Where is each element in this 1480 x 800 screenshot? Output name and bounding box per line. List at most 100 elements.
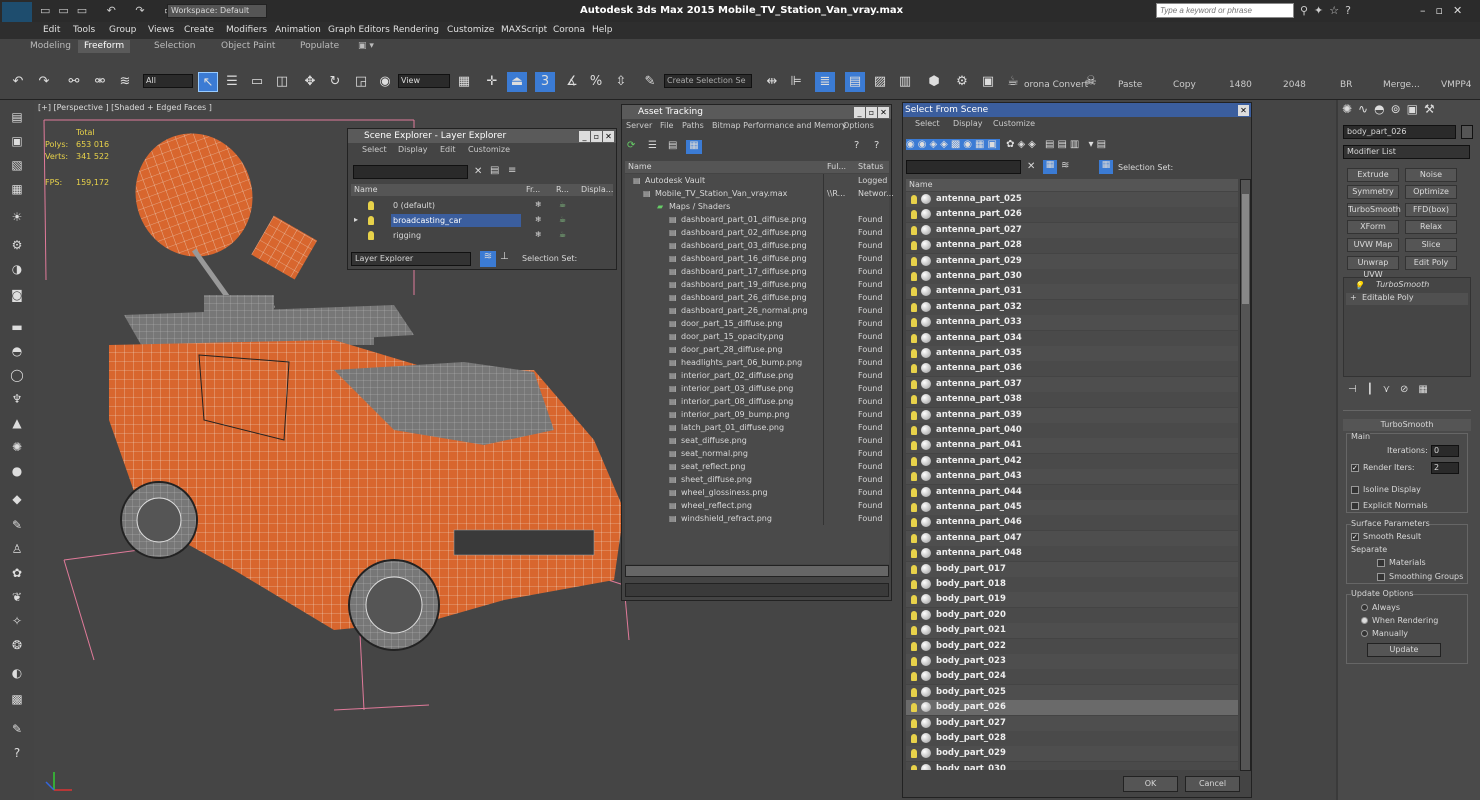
always-radio[interactable]: Always — [1361, 603, 1400, 612]
col-display[interactable]: Displa... — [581, 185, 613, 194]
menu-views[interactable]: Views — [148, 25, 174, 35]
expand-plus-icon[interactable]: + — [1350, 293, 1357, 302]
render-teapot-icon[interactable]: ☕ — [559, 230, 566, 239]
menu-graph-editors[interactable]: Graph Editors — [328, 25, 390, 35]
ffd-box-button[interactable]: FFD(box) — [1405, 203, 1457, 217]
hierarchy-icon[interactable]: ⊥ — [500, 251, 509, 262]
menu-tools[interactable]: Tools — [73, 25, 95, 35]
asset-tracking-window[interactable]: Asset Tracking _ ▫ ✕ Server File Paths Bit… — [621, 104, 894, 601]
close-button[interactable]: ✕ — [878, 107, 889, 118]
box-icon[interactable]: ▬ — [8, 318, 26, 336]
render-teapot-icon[interactable]: ☕ — [559, 200, 566, 209]
object-list-item[interactable]: body_part_018 — [906, 577, 1238, 592]
percent-snap-icon[interactable]: % — [586, 72, 606, 92]
clear-search-icon[interactable]: ✕ — [474, 166, 482, 177]
light-bulb-icon[interactable] — [368, 216, 374, 225]
minimize-button[interactable]: _ — [854, 107, 865, 118]
undo-icon[interactable]: ↶ — [8, 72, 28, 92]
asset-row[interactable]: ▤ interior_part_08_diffuse.png Found — [625, 395, 889, 408]
maximize-button[interactable]: ▫ — [866, 107, 877, 118]
light-bulb-icon[interactable] — [911, 225, 917, 235]
curve-editor-icon[interactable]: ▨ — [870, 72, 890, 92]
explorer-type-dropdown[interactable]: Layer Explorer — [351, 252, 471, 266]
object-list-item[interactable]: antenna_part_038 — [906, 392, 1238, 408]
menu-modifiers[interactable]: Modifiers — [226, 25, 267, 35]
corona-convert-button[interactable]: orona Convert — [1024, 80, 1088, 90]
xform-button[interactable]: XForm — [1347, 220, 1399, 234]
select-manipulate-icon[interactable]: ✛ — [482, 72, 502, 92]
object-list-item[interactable]: body_part_028 — [906, 731, 1238, 746]
menu-help[interactable]: Help — [592, 25, 613, 35]
asset-row[interactable]: ▤ door_part_15_opacity.png Found — [625, 330, 889, 343]
light-bulb-icon[interactable] — [911, 610, 917, 620]
render-teapot-icon[interactable]: ☕ — [1003, 72, 1023, 92]
info-icon[interactable]: ? — [874, 140, 879, 151]
object-list-item[interactable]: body_part_029 — [906, 746, 1238, 762]
command-panel-tabs[interactable]: ✺∿◓⊚▣⚒ — [1342, 102, 1441, 116]
se-menu-edit[interactable]: Edit — [440, 145, 456, 154]
se-menu-select[interactable]: Select — [362, 145, 387, 154]
at-menu-paths[interactable]: Paths — [682, 121, 704, 130]
light-bulb-icon[interactable] — [911, 302, 917, 312]
mirror-icon[interactable]: ⇹ — [762, 72, 782, 92]
material-editor-icon[interactable]: ⬢ — [924, 72, 944, 92]
expand-arrow-icon[interactable]: ▸ — [354, 215, 358, 224]
relax-button[interactable]: Relax — [1405, 220, 1457, 234]
col-full-path[interactable]: Ful... — [827, 162, 846, 171]
light-bulb-icon[interactable] — [911, 703, 917, 713]
vmpp-button[interactable]: VMPP4 — [1441, 80, 1472, 90]
object-list-item[interactable]: antenna_part_040 — [906, 423, 1238, 438]
menu-rendering[interactable]: Rendering — [393, 25, 439, 35]
asset-row[interactable]: ▤ windshield_refract.png Found — [625, 512, 889, 525]
scene-explorer-icon[interactable]: ▤ — [845, 72, 865, 92]
tool-icon-1[interactable]: ▤ — [8, 108, 26, 126]
tool-icon-4[interactable]: ▦ — [8, 180, 26, 198]
res-width-button[interactable]: 1480 — [1229, 80, 1252, 90]
object-list-item[interactable]: antenna_part_043 — [906, 469, 1238, 485]
object-list-item[interactable]: antenna_part_044 — [906, 484, 1238, 500]
move-icon[interactable]: ✥ — [300, 72, 320, 92]
asset-row[interactable]: ▰ Maps / Shaders — [625, 200, 889, 213]
quick-access-toolbar[interactable]: ▭▭▭ ↶ ↷ ▭ — [40, 4, 183, 17]
plant-icon[interactable]: ❦ — [8, 588, 26, 606]
asset-row[interactable]: ▤ wheel_reflect.png Found — [625, 499, 889, 512]
light-bulb-icon[interactable] — [911, 564, 917, 574]
noise-button[interactable]: Noise — [1405, 168, 1457, 182]
light-bulb-icon[interactable] — [911, 718, 917, 728]
pivot-center-icon[interactable]: ▦ — [454, 72, 474, 92]
help-icons[interactable]: ⚲✦☆? — [1300, 4, 1357, 17]
render-setup-icon[interactable]: ⚙ — [952, 72, 972, 92]
sfs-menu-select[interactable]: Select — [915, 119, 940, 128]
help-icon[interactable]: ? — [8, 744, 26, 762]
light-bulb-icon[interactable] — [911, 657, 917, 666]
freeze-icon[interactable]: ❄ — [535, 230, 542, 239]
minimize-button[interactable]: _ — [579, 131, 590, 142]
tool-icon-23[interactable]: ◐ — [8, 664, 26, 682]
light-bulb-icon[interactable] — [911, 333, 917, 343]
tool-icon-24[interactable]: ▩ — [8, 690, 26, 708]
object-name-field[interactable]: body_part_026 — [1343, 125, 1456, 139]
tab-selection[interactable]: Selection — [148, 40, 201, 53]
asset-row[interactable]: ▤ seat_reflect.png Found — [625, 460, 889, 473]
explicit-normals-checkbox[interactable]: Explicit Normals — [1351, 501, 1428, 510]
layer-row[interactable]: 0 (default) ❄ ☕ — [351, 199, 613, 213]
tool-icon-12[interactable]: ♆ — [8, 390, 26, 408]
asset-row[interactable]: ▤ Mobile_TV_Station_Van_vray.max \\R... Net… — [625, 187, 894, 200]
col-render[interactable]: R... — [556, 185, 569, 194]
paste-button[interactable]: Paste — [1118, 80, 1142, 90]
ok-button[interactable]: OK — [1123, 776, 1178, 792]
light-bulb-icon[interactable] — [911, 364, 917, 374]
light-bulb-icon[interactable] — [911, 626, 917, 636]
at-menu-bitmap[interactable]: Bitmap Performance and Memory — [712, 121, 847, 130]
object-list-item[interactable]: antenna_part_026 — [906, 207, 1238, 223]
light-bulb-icon[interactable] — [911, 549, 917, 559]
col-name[interactable]: Name — [354, 185, 378, 194]
object-list-item[interactable]: body_part_020 — [906, 607, 1238, 623]
col-name[interactable]: Name — [909, 180, 933, 189]
tab-object-paint[interactable]: Object Paint — [215, 40, 281, 53]
at-menu-file[interactable]: File — [660, 121, 673, 130]
sphere-icon[interactable]: ◓ — [8, 342, 26, 360]
tool-icon-22[interactable]: ❂ — [8, 636, 26, 654]
horizontal-scrollbar[interactable] — [625, 565, 889, 577]
selection-set-label[interactable]: Selection Set: — [1118, 163, 1173, 172]
